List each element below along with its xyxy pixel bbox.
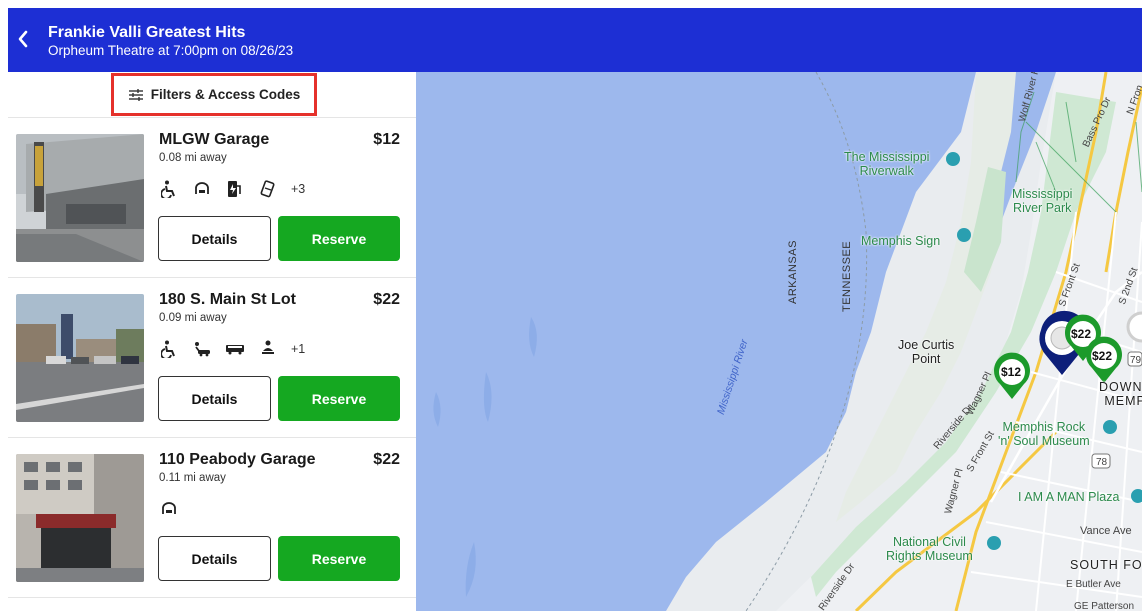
pin-price-12: $12 — [1001, 365, 1022, 379]
map-label-riverwalk: The Mississippi Riverwalk — [844, 150, 930, 178]
amenity-list — [159, 498, 179, 520]
listing-price: $22 — [373, 291, 400, 308]
wheelchair-icon — [159, 339, 179, 359]
listing-card-mlgw-garage[interactable]: MLGW Garage $12 0.08 mi away +3 Details — [8, 117, 416, 277]
details-button[interactable]: Details — [158, 536, 271, 581]
covered-garage-icon — [192, 179, 212, 199]
listing-card-180-s-main-st-lot[interactable]: 180 S. Main St Lot $22 0.09 mi away +1 D… — [8, 277, 416, 437]
listing-card-110-peabody-garage[interactable]: 110 Peabody Garage $22 0.11 mi away Deta… — [8, 437, 416, 597]
mobile-pass-icon — [258, 179, 278, 199]
map-label-south-fo: SOUTH FO — [1070, 558, 1142, 572]
map-label-river-park: Mississippi River Park — [1012, 187, 1073, 215]
filters-access-codes-button[interactable]: Filters & Access Codes — [111, 73, 317, 116]
event-subtitle: Orpheum Theatre at 7:00pm on 08/26/23 — [48, 43, 294, 58]
listing-photo — [16, 134, 144, 262]
reserve-button[interactable]: Reserve — [278, 536, 400, 581]
listing-panel: Filters & Access Codes MLGW Garage $12 0… — [8, 72, 416, 611]
amenity-list: +1 — [159, 338, 305, 360]
event-header: Frankie Valli Greatest Hits Orpheum Thea… — [8, 8, 1142, 72]
filters-bar: Filters & Access Codes — [8, 72, 416, 117]
map-label-i-am-a-man: I AM A MAN Plaza — [1018, 490, 1120, 504]
filters-label: Filters & Access Codes — [150, 87, 301, 102]
covered-garage-icon — [159, 499, 179, 519]
more-amenities-count: +3 — [291, 182, 306, 196]
listing-distance: 0.11 mi away — [159, 472, 226, 484]
listing-price: $12 — [373, 131, 400, 148]
reserve-button[interactable]: Reserve — [278, 216, 400, 261]
listing-distance: 0.09 mi away — [159, 312, 227, 324]
ev-charging-icon — [225, 179, 245, 199]
pin-price-22b: $22 — [1092, 349, 1113, 363]
listing-price: $22 — [373, 451, 400, 468]
pin-price-22a: $22 — [1071, 327, 1092, 341]
map-label-arkansas: ARKANSAS — [787, 240, 799, 304]
street-butler: E Butler Ave — [1066, 579, 1121, 590]
route-78-shield: 78 — [1096, 457, 1108, 468]
sliders-icon — [128, 88, 143, 101]
back-button[interactable] — [12, 24, 34, 54]
chevron-left-icon — [18, 30, 28, 48]
listing-name: 180 S. Main St Lot — [159, 291, 296, 308]
listing-photo — [16, 454, 144, 582]
listing-photo — [16, 294, 144, 422]
valet-icon — [192, 339, 212, 359]
map-view[interactable]: The Mississippi Riverwalk Mississippi Rive… — [416, 72, 1142, 611]
self-park-icon — [258, 339, 278, 359]
map-label-civil-rights: National Civil Rights Museum — [886, 535, 973, 563]
wheelchair-icon — [159, 179, 179, 199]
street-patterson: GE Patterson — [1074, 601, 1135, 611]
amenity-list: +3 — [159, 178, 305, 200]
map-label-joe-curtis-point: Joe Curtis Point — [898, 338, 955, 366]
event-title: Frankie Valli Greatest Hits — [48, 24, 246, 41]
details-button[interactable]: Details — [158, 216, 271, 261]
more-amenities-count: +1 — [291, 342, 306, 356]
shuttle-icon — [225, 339, 245, 359]
map-canvas — [416, 72, 1142, 611]
route-79-shield: 79 — [1130, 355, 1142, 366]
map-label-downtown: DOWNTMEMP — [1099, 380, 1142, 408]
map-label-tennessee: TENNESSEE — [841, 240, 853, 312]
app-screen: Frankie Valli Greatest Hits Orpheum Thea… — [0, 0, 1142, 611]
listing-card-next — [8, 597, 416, 611]
map-label-rock-soul: Memphis Rock'n' Soul Museum — [998, 420, 1090, 448]
listing-name: 110 Peabody Garage — [159, 451, 316, 468]
street-vance: Vance Ave — [1080, 525, 1132, 537]
map-label-memphis-sign: Memphis Sign — [861, 234, 941, 248]
details-button[interactable]: Details — [158, 376, 271, 421]
listing-name: MLGW Garage — [159, 131, 270, 148]
reserve-button[interactable]: Reserve — [278, 376, 400, 421]
listing-distance: 0.08 mi away — [159, 152, 227, 164]
